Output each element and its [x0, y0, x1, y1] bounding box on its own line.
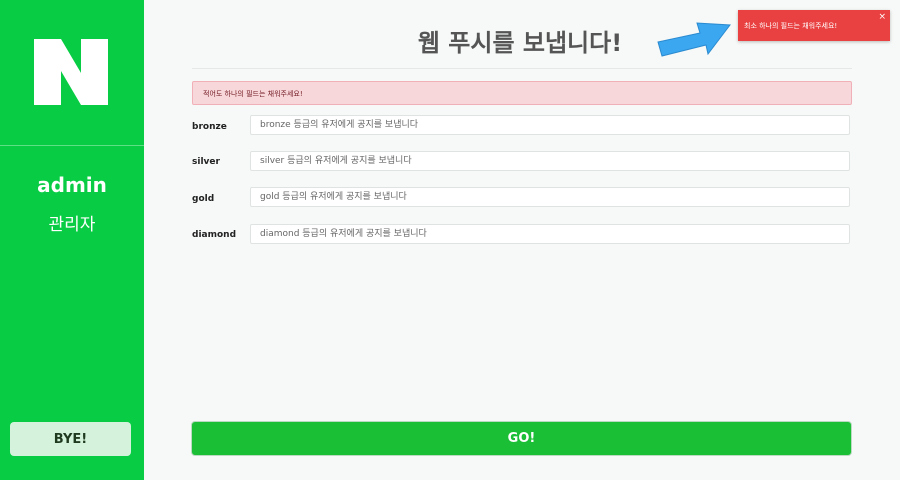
sidebar: admin 관리자 BYE!: [0, 0, 144, 480]
alert-message: 적어도 하나의 필드는 채워주세요!: [203, 90, 303, 98]
user-name: admin: [37, 173, 107, 197]
toast-message: 최소 하나의 필드는 채워주세요!: [744, 22, 838, 30]
close-icon[interactable]: ×: [878, 12, 886, 22]
toast-notification: 최소 하나의 필드는 채워주세요! ×: [738, 10, 890, 41]
bye-button[interactable]: BYE!: [10, 422, 131, 456]
page-title: 웹 푸시를 보냅니다!: [417, 29, 623, 57]
bronze-input[interactable]: [250, 115, 850, 135]
field-label-diamond: diamond: [192, 230, 237, 240]
silver-input[interactable]: [250, 151, 850, 171]
field-label-bronze: bronze: [192, 122, 227, 132]
gold-input[interactable]: [250, 187, 850, 207]
field-label-gold: gold: [192, 194, 215, 204]
field-label-silver: silver: [192, 157, 220, 167]
title-divider: [192, 68, 852, 69]
go-button[interactable]: GO!: [191, 421, 852, 456]
arrow-pointer-icon: [654, 12, 734, 64]
sidebar-divider: [0, 145, 144, 146]
diamond-input[interactable]: [250, 224, 850, 244]
user-role: 관리자: [48, 215, 96, 235]
alert-bar: 적어도 하나의 필드는 채워주세요!: [192, 81, 852, 105]
n-logo-icon: [34, 39, 108, 105]
